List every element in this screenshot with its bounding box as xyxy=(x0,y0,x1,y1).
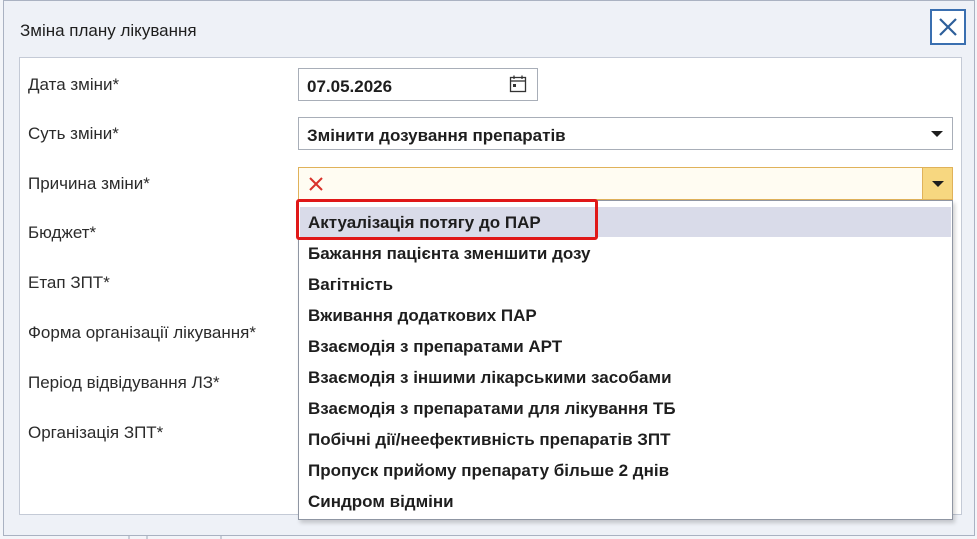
close-button[interactable] xyxy=(930,9,966,45)
budget-label: Бюджет* xyxy=(28,223,97,242)
calendar-icon[interactable] xyxy=(509,75,527,93)
title-bar: Зміна плану лікування xyxy=(4,1,974,51)
dropdown-option[interactable]: Побічні дії/неефективність препаратів ЗП… xyxy=(300,424,951,454)
dialog-title: Зміна плану лікування xyxy=(20,21,197,40)
date-label: Дата зміни* xyxy=(28,75,120,94)
essence-value: Змінити дозування препаратів xyxy=(307,126,566,145)
dropdown-option[interactable]: Взаємодія з препаратами АРТ xyxy=(300,331,951,361)
essence-select[interactable]: Змінити дозування препаратів xyxy=(298,117,953,150)
reason-select[interactable] xyxy=(298,167,953,200)
dropdown-option[interactable]: Вагітність xyxy=(300,269,951,299)
dropdown-option[interactable]: Пропуск прийому препарату більше 2 днів xyxy=(300,455,951,485)
dropdown-option[interactable]: Вживання додаткових ПАР xyxy=(300,300,951,330)
date-value: 07.05.2026 xyxy=(307,77,393,96)
treatment-form-label: Форма організації лікування* xyxy=(28,323,256,342)
reason-dropdown-list: Актуалізація потягу до ПАР Бажання паціє… xyxy=(298,200,953,520)
chevron-down-icon[interactable] xyxy=(931,131,943,137)
reason-label: Причина зміни* xyxy=(28,174,150,193)
visit-period-label: Період відвідування ЛЗ* xyxy=(28,373,220,392)
dropdown-option[interactable]: Бажання пацієнта зменшити дозу xyxy=(300,238,951,268)
error-x-icon xyxy=(309,177,323,191)
essence-label: Суть зміни* xyxy=(28,124,119,143)
date-field[interactable]: 07.05.2026 xyxy=(298,68,538,101)
reason-dropdown-button[interactable] xyxy=(922,168,952,199)
close-icon xyxy=(939,18,957,36)
organization-label: Організація ЗПТ* xyxy=(28,423,164,442)
dropdown-option[interactable]: Синдром відміни xyxy=(300,486,951,516)
dropdown-option[interactable]: Актуалізація потягу до ПАР xyxy=(300,207,951,237)
chevron-down-icon xyxy=(932,181,944,187)
stage-label: Етап ЗПТ* xyxy=(28,273,110,292)
dropdown-option[interactable]: Взаємодія з іншими лікарськими засобами xyxy=(300,362,951,392)
dropdown-option[interactable]: Взаємодія з препаратами для лікування ТБ xyxy=(300,393,951,423)
